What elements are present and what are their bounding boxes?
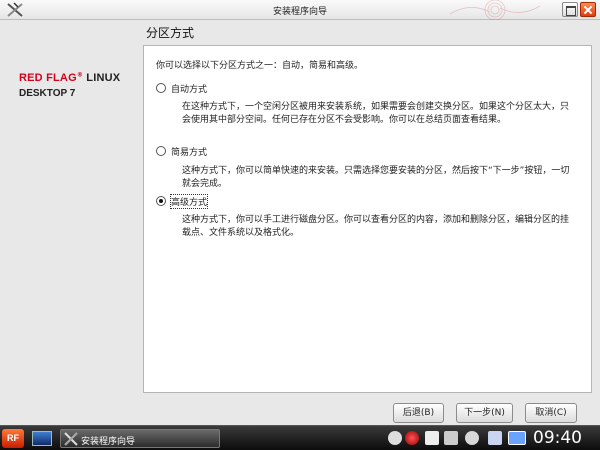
radio-icon[interactable] (156, 146, 166, 156)
option-simple-description: 这种方式下，你可以简单快速的来安装。只需选择您要安装的分区，然后按下“下一步”按… (182, 166, 570, 189)
window-titlebar: 安装程序向导 (0, 0, 600, 20)
speaker-icon[interactable] (444, 431, 458, 445)
cancel-button[interactable]: 取消(C) (525, 403, 577, 423)
start-button[interactable]: RF (2, 429, 24, 448)
option-auto-label[interactable]: 自动方式 (171, 82, 207, 95)
option-advanced-description: 这种方式下，你可以手工进行磁盘分区。你可以查看分区的内容，添加和删除分区，编辑分… (182, 215, 570, 238)
partition-options-panel: 你可以选择以下分区方式之一：自动，简易和高级。 自动方式 在这种方式下，一个空闲… (143, 45, 592, 393)
tray-redflag-icon[interactable] (405, 431, 419, 445)
brand-logo-text: RED FLAG® LINUX (19, 71, 120, 84)
wizard-icon (64, 432, 78, 446)
tray-input-method-icon[interactable] (465, 431, 479, 445)
brand-desktop-version: DESKTOP 7 (19, 88, 76, 99)
radio-icon[interactable] (156, 196, 166, 206)
taskbar-item-installer[interactable]: 安装程序向导 (60, 429, 220, 448)
network-icon[interactable] (488, 431, 502, 445)
titlebar-decoration-icon (449, 0, 541, 20)
page-title: 分区方式 (146, 26, 195, 40)
back-button[interactable]: 后退(B) (393, 403, 444, 423)
maximize-icon[interactable] (562, 2, 578, 17)
taskbar-item-label: 安装程序向导 (81, 437, 136, 447)
brand-red-flag: RED FLAG (19, 72, 77, 84)
brand-sidebar: RED FLAG® LINUX DESKTOP 7 (0, 20, 142, 425)
option-simple-label[interactable]: 简易方式 (171, 145, 207, 158)
close-icon[interactable] (580, 2, 596, 17)
tray-clipboard-icon[interactable] (425, 431, 439, 445)
option-auto-description: 在这种方式下，一个空闲分区被用来安装系统，如果需要会创建交换分区。如果这个分区太… (182, 102, 570, 125)
brand-linux: LINUX (83, 72, 121, 84)
intro-text: 你可以选择以下分区方式之一：自动，简易和高级。 (156, 61, 364, 71)
desktop-icon[interactable] (32, 431, 52, 446)
option-advanced-label[interactable]: 高级方式 (169, 194, 209, 209)
next-button[interactable]: 下一步(N) (456, 403, 513, 423)
taskbar-clock[interactable]: 09:40 (533, 428, 582, 448)
tray-display-icon[interactable] (508, 431, 526, 445)
tray-app-icon[interactable] (388, 431, 402, 445)
radio-icon[interactable] (156, 83, 166, 93)
taskbar: RF 安装程序向导 09:40 (0, 425, 600, 450)
